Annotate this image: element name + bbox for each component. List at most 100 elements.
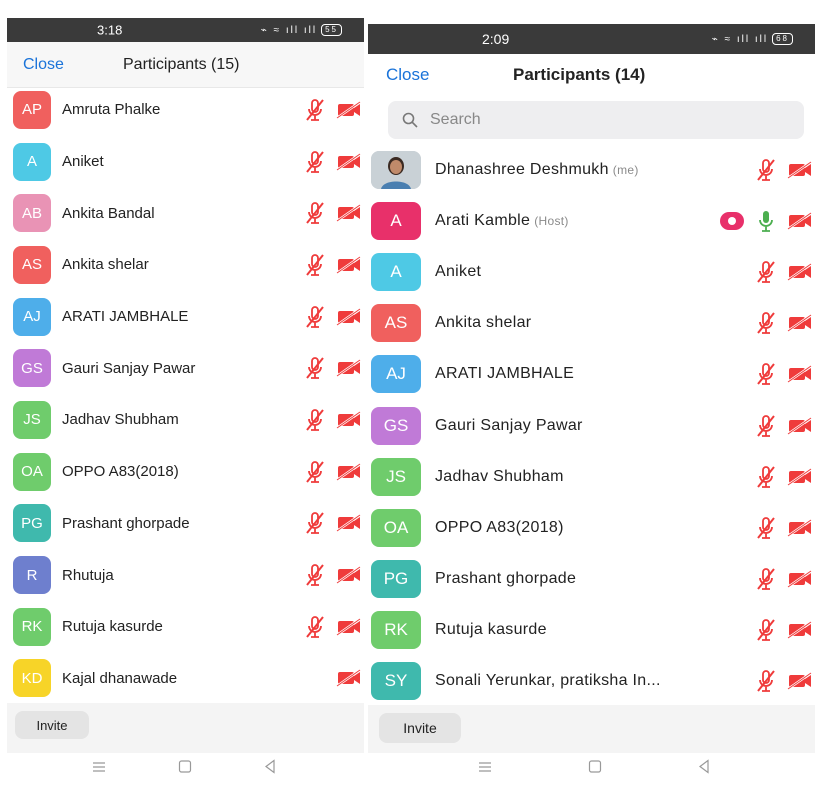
back-icon[interactable]	[264, 759, 276, 779]
video-off-icon	[336, 459, 362, 485]
status-bar: 2:09 ⌁ ≈ ıll ıll 68	[368, 24, 815, 54]
mic-muted-icon	[302, 149, 328, 175]
participant-name-wrap: Ankita shelar	[435, 314, 753, 332]
participant-row[interactable]: RK Rutuja kasurde	[368, 605, 815, 656]
participant-name-wrap: Aniket	[62, 153, 302, 170]
participant-status-icons	[302, 459, 362, 485]
participant-name: OPPO A83(2018)	[435, 518, 564, 536]
back-icon[interactable]	[698, 759, 710, 779]
avatar-initials: A	[26, 153, 37, 171]
avatar: A	[13, 142, 51, 181]
participant-name-wrap: ARATI JAMBHALE	[62, 308, 302, 325]
participant-status-icons	[302, 252, 362, 278]
participant-status-icons	[753, 668, 813, 694]
participant-row[interactable]: KD Kajal dhanawade	[7, 653, 364, 705]
participant-row[interactable]: A Aniket	[368, 246, 815, 297]
avatar-initials: GS	[383, 415, 409, 435]
signal-icon: ⌁ ≈ ıll ıll	[260, 24, 318, 36]
participant-row[interactable]: AB Ankita Bandal	[7, 187, 364, 239]
participant-status-icons	[302, 304, 362, 330]
participant-row[interactable]: RK Rutuja kasurde	[7, 601, 364, 653]
participant-row[interactable]: JS Jadhav Shubham	[7, 394, 364, 446]
participant-row[interactable]: AS Ankita shelar	[368, 298, 815, 349]
invite-button[interactable]: Invite	[379, 713, 461, 743]
video-off-icon	[336, 304, 362, 330]
participant-row[interactable]: AP Amruta Phalke	[7, 84, 364, 136]
video-off-icon	[787, 515, 813, 541]
participant-row[interactable]: A Arati Kamble (Host)	[368, 195, 815, 246]
avatar-initials: JS	[386, 466, 406, 486]
participant-name: Ankita shelar	[435, 314, 532, 332]
avatar-initials: RK	[384, 620, 408, 640]
participant-row[interactable]: AS Ankita shelar	[7, 239, 364, 291]
participant-row[interactable]: PG Prashant ghorpade	[7, 498, 364, 550]
close-button[interactable]: Close	[386, 65, 429, 85]
menu-icon[interactable]	[478, 760, 492, 778]
participant-row[interactable]: OA OPPO A83(2018)	[368, 502, 815, 553]
mic-muted-icon	[753, 668, 779, 694]
avatar: AP	[13, 90, 51, 129]
participant-status-icons	[302, 510, 362, 536]
mic-muted-icon	[302, 407, 328, 433]
home-icon[interactable]	[588, 760, 602, 779]
participant-name-wrap: Jadhav Shubham	[435, 468, 753, 486]
video-off-icon	[336, 510, 362, 536]
mic-on-icon	[753, 208, 779, 234]
page-title: Participants (15)	[123, 55, 240, 73]
participant-name-wrap: OPPO A83(2018)	[435, 519, 753, 537]
search-input[interactable]: Search	[388, 101, 804, 139]
mic-muted-icon	[753, 464, 779, 490]
participants-header: Close Participants (15)	[7, 42, 364, 88]
participant-name: Prashant ghorpade	[435, 570, 577, 588]
participant-row[interactable]: OA OPPO A83(2018)	[7, 446, 364, 498]
video-off-icon	[336, 665, 362, 691]
participant-status-icons	[302, 97, 362, 123]
mic-muted-icon	[302, 562, 328, 588]
avatar: KD	[13, 659, 51, 698]
avatar: R	[13, 556, 51, 595]
participant-name-wrap: Jadhav Shubham	[62, 411, 302, 428]
participant-status-icons	[302, 562, 362, 588]
video-off-icon	[787, 208, 813, 234]
record-icon	[719, 208, 745, 234]
video-off-icon	[787, 413, 813, 439]
participant-row[interactable]: PG Prashant ghorpade	[368, 554, 815, 605]
participant-tag: (Host)	[534, 213, 569, 228]
mic-muted-icon	[302, 97, 328, 123]
participant-row[interactable]: GS Gauri Sanjay Pawar	[368, 400, 815, 451]
mic-muted-icon	[302, 614, 328, 640]
participant-row[interactable]: AJ ARATI JAMBHALE	[7, 291, 364, 343]
participant-name-wrap: Ankita Bandal	[62, 205, 302, 222]
mic-muted-icon	[753, 617, 779, 643]
video-off-icon	[787, 668, 813, 694]
participant-status-icons	[753, 617, 813, 643]
mic-muted-icon	[302, 252, 328, 278]
participant-row[interactable]: A Aniket	[7, 136, 364, 188]
participant-row[interactable]: JS Jadhav Shubham	[368, 451, 815, 502]
invite-button[interactable]: Invite	[15, 711, 89, 739]
participant-row[interactable]: SY Sonali Yerunkar, pratiksha In...	[368, 656, 815, 707]
participant-row[interactable]: R Rhutuja	[7, 549, 364, 601]
status-bar: 3:18 ⌁ ≈ ıll ıll 55	[7, 18, 364, 42]
close-button[interactable]: Close	[23, 56, 64, 74]
video-off-icon	[787, 361, 813, 387]
avatar	[371, 150, 421, 189]
participant-name: Arati Kamble	[435, 211, 531, 229]
avatar: AS	[371, 304, 421, 343]
participant-row[interactable]: GS Gauri Sanjay Pawar	[7, 342, 364, 394]
participant-name: Rutuja kasurde	[435, 621, 547, 639]
avatar-initials: PG	[383, 569, 409, 589]
mic-muted-icon	[753, 515, 779, 541]
participant-name-wrap: Sonali Yerunkar, pratiksha In...	[435, 672, 753, 690]
menu-icon[interactable]	[92, 760, 106, 778]
participant-row[interactable]: AJ ARATI JAMBHALE	[368, 349, 815, 400]
avatar-initials: KD	[21, 669, 43, 687]
participant-status-icons	[302, 407, 362, 433]
signal-icon: ⌁ ≈ ıll ıll	[711, 33, 769, 45]
avatar: AB	[13, 194, 51, 233]
participant-row[interactable]: Dhanashree Deshmukh (me)	[368, 144, 815, 195]
participant-status-icons	[302, 614, 362, 640]
search-placeholder: Search	[430, 111, 481, 128]
video-off-icon	[787, 310, 813, 336]
home-icon[interactable]	[178, 760, 192, 779]
